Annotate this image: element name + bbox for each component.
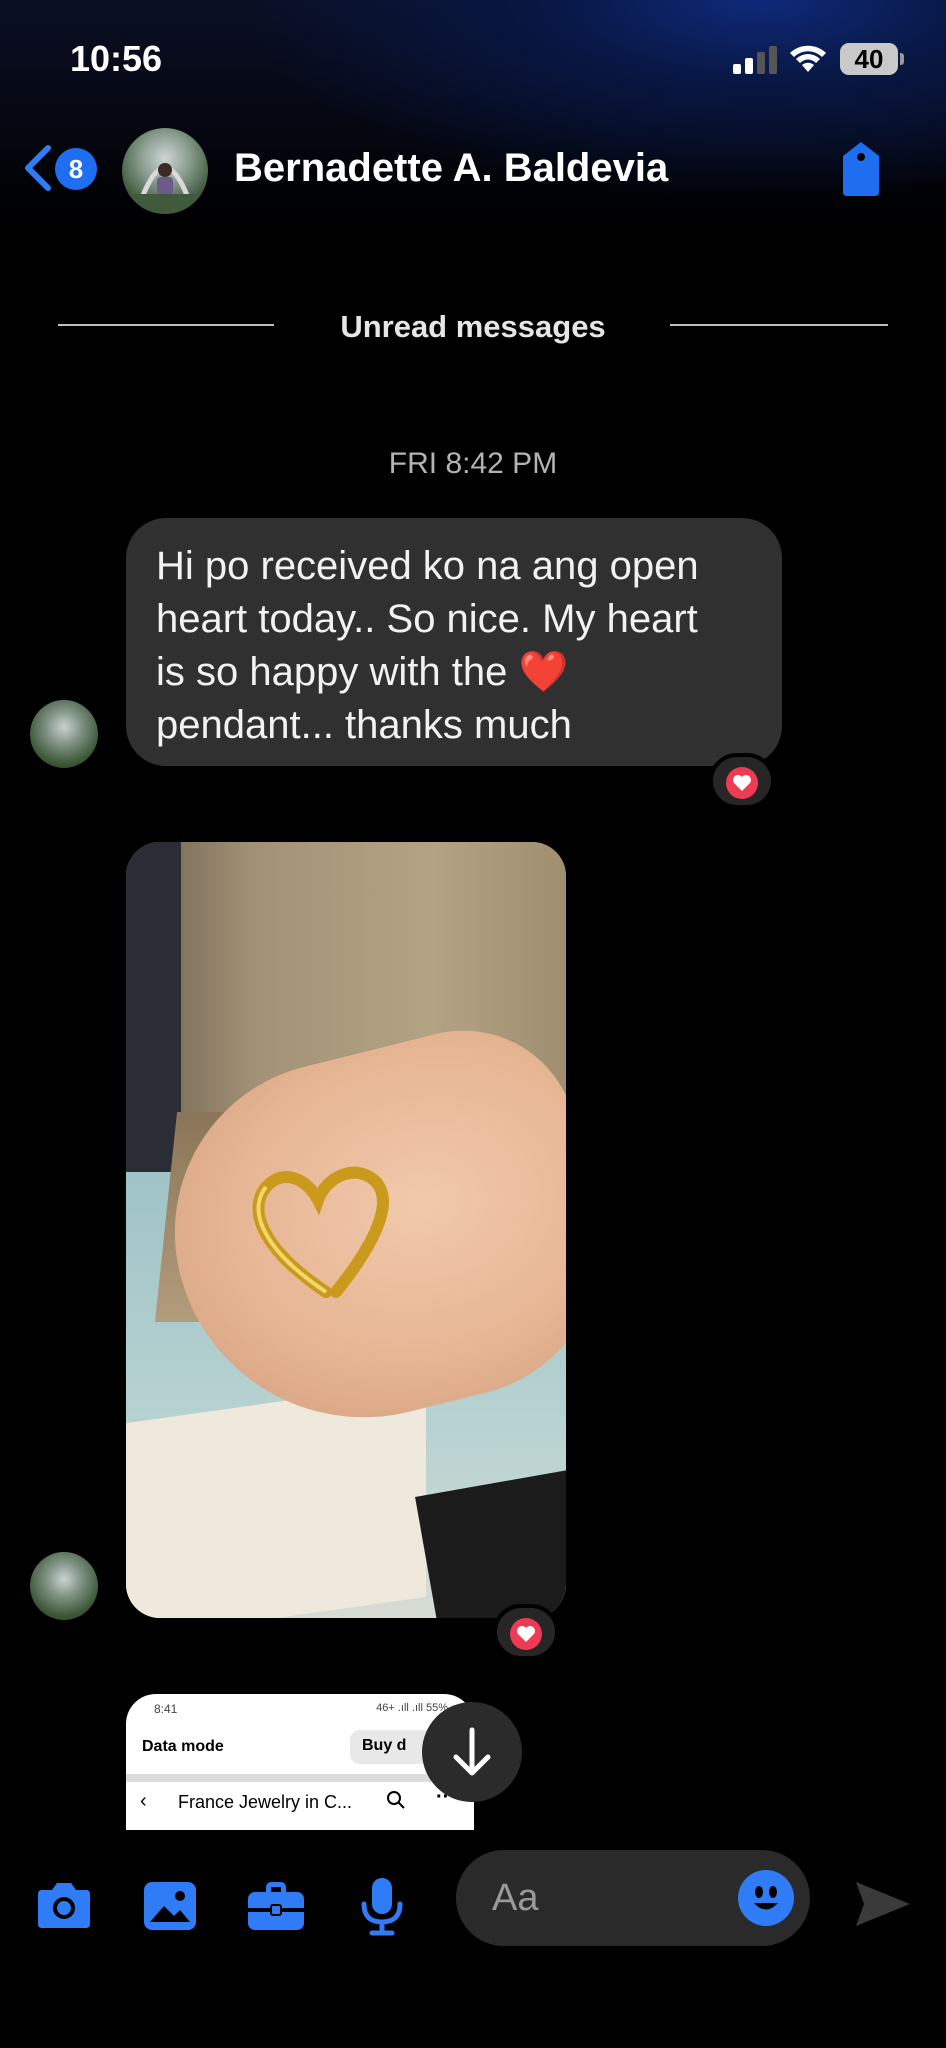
message-bubble[interactable]: Hi po received ko na ang open heart toda…: [126, 518, 782, 766]
chevron-left-icon: [25, 145, 51, 191]
battery-indicator: 40: [840, 43, 898, 75]
sender-avatar[interactable]: [30, 1552, 98, 1620]
message-input[interactable]: [492, 1870, 712, 1926]
contact-avatar[interactable]: [122, 128, 208, 214]
status-bar: 10:56 40: [0, 0, 946, 120]
photo-shadow: [126, 842, 181, 1182]
preview-page-title: France Jewelry in C...: [178, 1792, 353, 1812]
sender-avatar[interactable]: [30, 700, 98, 768]
message-input-container: [456, 1850, 810, 1946]
message-timestamp: FRI 8:42 PM: [388, 447, 558, 480]
unread-divider: Unread messages: [58, 305, 888, 345]
heart-emoji: ❤️: [518, 650, 569, 694]
message-line-text: is so happy with the: [156, 650, 508, 694]
briefcase-icon[interactable]: [244, 1874, 308, 1938]
battery-nub: [900, 53, 904, 65]
gallery-icon[interactable]: [138, 1874, 202, 1938]
wifi-icon: [790, 45, 826, 72]
photo-message[interactable]: [126, 842, 566, 1618]
chat-header: 8 Bernadette A. Baldevia: [0, 120, 946, 220]
preview-status-time: 8:41: [154, 1702, 178, 1716]
avatar-photo: [122, 163, 208, 214]
tag-icon[interactable]: [836, 138, 886, 198]
unread-label: Unread messages: [340, 309, 606, 344]
message-line: pendant... thanks much: [156, 703, 572, 747]
back-button[interactable]: 8: [20, 138, 100, 198]
heart-pendant-image: [252, 1166, 389, 1298]
contact-name[interactable]: Bernadette A. Baldevia: [234, 146, 668, 191]
emoji-icon[interactable]: [738, 1870, 794, 1926]
heart-icon: [510, 1618, 542, 1650]
message-line: heart today.. So nice. My heart: [156, 597, 698, 641]
cellular-signal-icon: [733, 44, 777, 74]
unread-count-badge: 8: [55, 148, 97, 190]
microphone-icon[interactable]: [350, 1874, 414, 1938]
heart-reaction[interactable]: [709, 753, 775, 809]
camera-icon[interactable]: [32, 1874, 96, 1938]
send-icon[interactable]: [852, 1876, 914, 1932]
divider-line-right: [670, 324, 888, 326]
message-line: Hi po received ko na ang open: [156, 544, 699, 588]
status-time: 10:56: [70, 38, 163, 79]
composer-bar: [0, 1830, 946, 2048]
heart-icon: [726, 767, 758, 799]
arrow-down-icon: [453, 1727, 491, 1776]
scroll-to-bottom-button[interactable]: [422, 1702, 522, 1802]
heart-reaction[interactable]: [493, 1604, 559, 1660]
message-line: is so happy with the ❤️: [156, 646, 752, 699]
preview-search-icon: [387, 1791, 405, 1809]
preview-chevron-left-icon: ‹: [140, 1790, 147, 1812]
preview-data-mode: Data mode: [142, 1738, 224, 1755]
